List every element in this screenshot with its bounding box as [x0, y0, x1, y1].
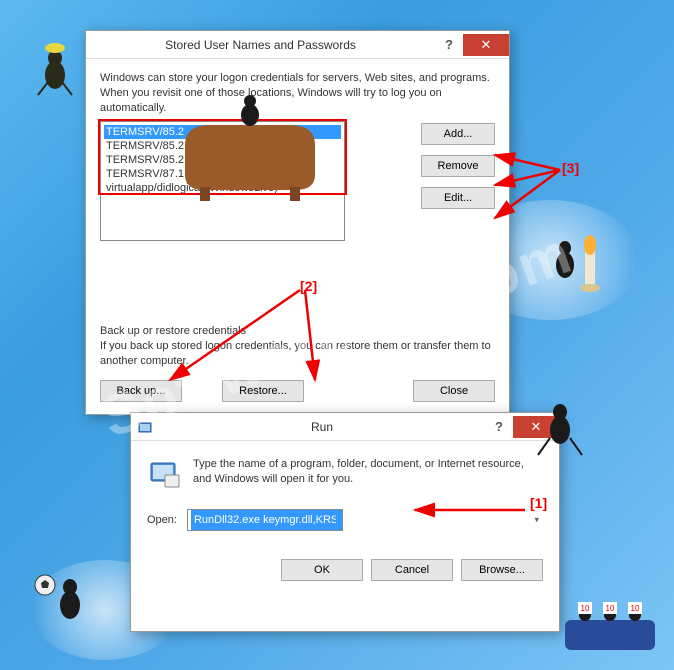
backup-text: If you back up stored logon credentials,…	[100, 339, 495, 368]
run-icon	[137, 419, 153, 435]
restore-button[interactable]: Restore...	[222, 380, 304, 402]
edit-button[interactable]: Edit...	[421, 187, 495, 209]
close-button[interactable]: ✕	[463, 34, 509, 56]
open-label: Open:	[147, 514, 177, 526]
ok-button[interactable]: OK	[281, 559, 363, 581]
dialog-description: Windows can store your logon credentials…	[100, 71, 495, 116]
svg-text:10: 10	[606, 604, 615, 613]
close-button[interactable]: ✕	[513, 416, 559, 438]
list-item[interactable]: TERMSRV/85.2	[104, 153, 341, 167]
svg-text:10: 10	[631, 604, 640, 613]
list-item[interactable]: TERMSRV/85.2	[104, 139, 341, 153]
close-dialog-button[interactable]: Close	[413, 380, 495, 402]
titlebar: Stored User Names and Passwords ? ✕	[86, 31, 509, 59]
svg-text:10: 10	[581, 604, 590, 613]
dialog-title: Run	[159, 420, 485, 434]
cancel-button[interactable]: Cancel	[371, 559, 453, 581]
list-item[interactable]: TERMSRV/87.1	[104, 167, 341, 181]
stored-credentials-dialog: Stored User Names and Passwords ? ✕ Wind…	[85, 30, 510, 415]
backup-button[interactable]: Back up...	[100, 380, 182, 402]
run-description: Type the name of a program, folder, docu…	[193, 457, 543, 491]
list-item[interactable]: virtualapp/didlogical (WindowsLive)	[104, 181, 341, 195]
chevron-down-icon[interactable]: ▾	[534, 515, 539, 526]
help-button[interactable]: ?	[435, 34, 463, 56]
run-dialog: Run ? ✕ Type the name of a program, fold…	[130, 412, 560, 632]
run-program-icon	[147, 457, 181, 491]
titlebar: Run ? ✕	[131, 413, 559, 441]
open-input[interactable]	[187, 509, 343, 531]
dialog-title: Stored User Names and Passwords	[86, 38, 435, 52]
list-item[interactable]: TERMSRV/85.2	[104, 125, 341, 139]
help-button[interactable]: ?	[485, 416, 513, 438]
credentials-listbox[interactable]: TERMSRV/85.2 TERMSRV/85.2 TERMSRV/85.2 T…	[100, 121, 345, 241]
backup-heading: Back up or restore credentials	[100, 325, 495, 337]
remove-button[interactable]: Remove	[421, 155, 495, 177]
browse-button[interactable]: Browse...	[461, 559, 543, 581]
ant-decoration	[30, 40, 80, 100]
add-button[interactable]: Add...	[421, 123, 495, 145]
annotation-3: [3]	[562, 160, 579, 176]
ant-judges-decoration: 10 10 10	[560, 580, 660, 660]
